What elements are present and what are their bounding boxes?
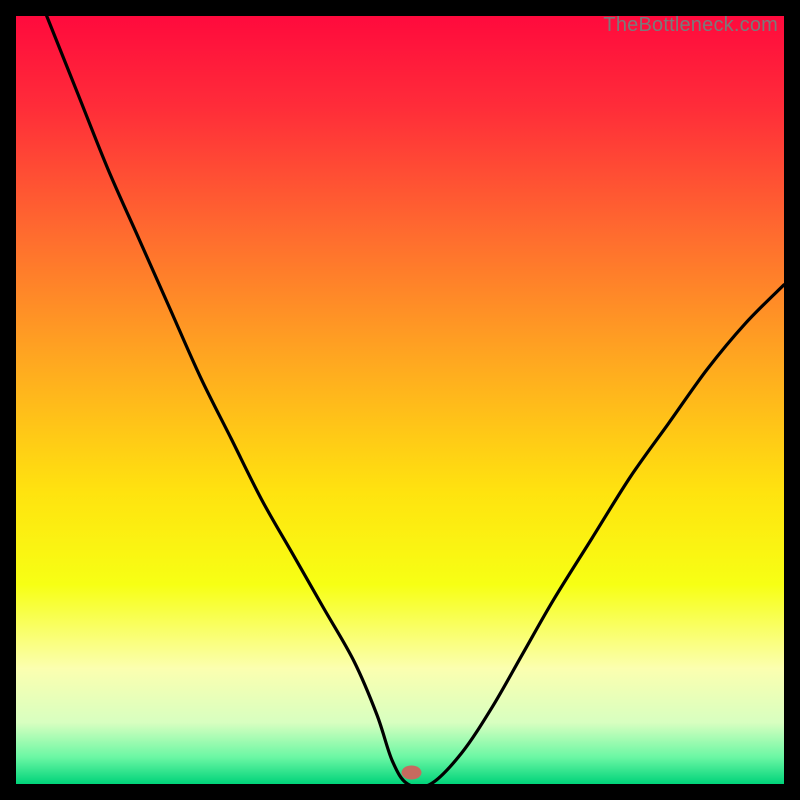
optimal-point-marker	[402, 766, 422, 780]
watermark-text: TheBottleneck.com	[603, 14, 778, 37]
gradient-background	[16, 16, 784, 784]
chart-frame: TheBottleneck.com	[16, 16, 784, 784]
bottleneck-chart	[16, 16, 784, 784]
